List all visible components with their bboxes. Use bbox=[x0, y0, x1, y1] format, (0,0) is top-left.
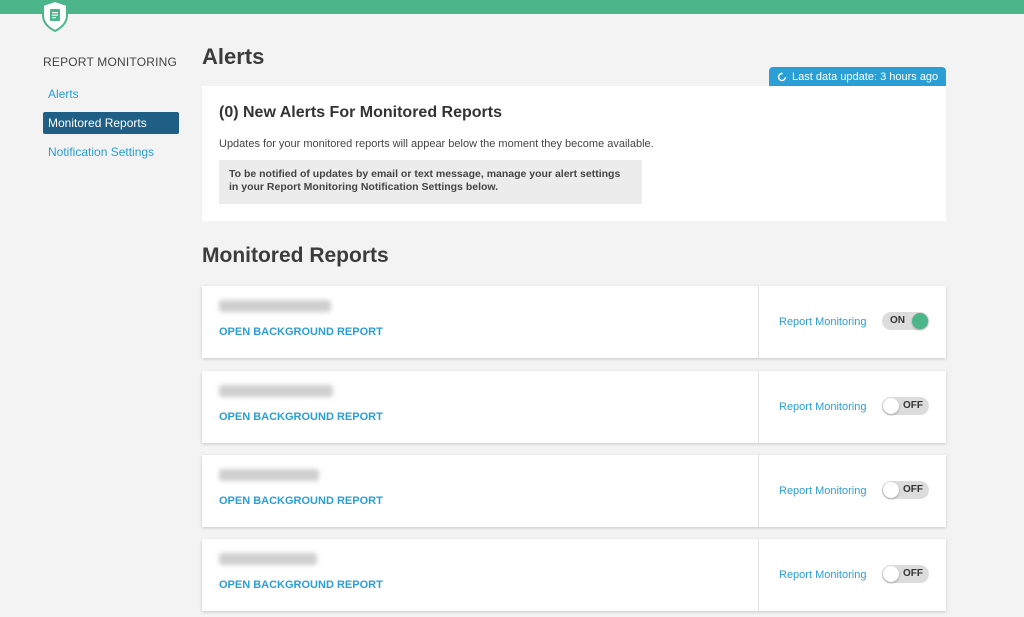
toggle-label: OFF bbox=[903, 484, 923, 495]
alerts-card: (0) New Alerts For Monitored Reports Upd… bbox=[202, 86, 946, 221]
report-monitoring-toggle[interactable]: OFF bbox=[882, 397, 929, 415]
report-monitoring-toggle[interactable]: OFF bbox=[882, 565, 929, 583]
row-divider bbox=[758, 371, 759, 443]
row-divider bbox=[758, 286, 759, 358]
page-title: Alerts bbox=[202, 44, 265, 69]
toggle-knob bbox=[883, 398, 899, 414]
report-monitoring-toggle[interactable]: ON bbox=[882, 312, 929, 330]
report-name-blurred bbox=[219, 553, 317, 565]
report-monitoring-label: Report Monitoring bbox=[779, 401, 867, 413]
toggle-knob bbox=[883, 482, 899, 498]
report-name-blurred bbox=[219, 469, 319, 481]
open-background-report-link[interactable]: OPEN BACKGROUND REPORT bbox=[219, 411, 383, 423]
monitored-reports-title: Monitored Reports bbox=[202, 244, 389, 267]
sidebar-item-notification-settings[interactable]: Notification Settings bbox=[43, 141, 179, 163]
toggle-label: OFF bbox=[903, 400, 923, 411]
report-monitoring-label: Report Monitoring bbox=[779, 569, 867, 581]
sidebar-heading: REPORT MONITORING bbox=[43, 55, 178, 69]
report-monitoring-toggle[interactable]: OFF bbox=[882, 481, 929, 499]
alerts-note: To be notified of updates by email or te… bbox=[219, 160, 642, 204]
toggle-label: OFF bbox=[903, 568, 923, 579]
shield-document-icon[interactable] bbox=[41, 0, 69, 33]
open-background-report-link[interactable]: OPEN BACKGROUND REPORT bbox=[219, 326, 383, 338]
sidebar-item-monitored-reports[interactable]: Monitored Reports bbox=[43, 112, 179, 134]
toggle-knob bbox=[883, 566, 899, 582]
report-row: OPEN BACKGROUND REPORT Report Monitoring… bbox=[202, 539, 946, 611]
report-row: OPEN BACKGROUND REPORT Report Monitoring… bbox=[202, 371, 946, 443]
row-divider bbox=[758, 539, 759, 611]
alerts-note-line: in your Report Monitoring Notification S… bbox=[229, 181, 499, 193]
sidebar-item-alerts[interactable]: Alerts bbox=[43, 83, 179, 105]
open-background-report-link[interactable]: OPEN BACKGROUND REPORT bbox=[219, 579, 383, 591]
alerts-description: Updates for your monitored reports will … bbox=[219, 138, 654, 150]
last-update-text: Last data update: 3 hours ago bbox=[792, 70, 939, 83]
last-update-badge: Last data update: 3 hours ago bbox=[769, 67, 946, 86]
toggle-label: ON bbox=[890, 315, 905, 326]
report-row: OPEN BACKGROUND REPORT Report Monitoring… bbox=[202, 286, 946, 358]
open-background-report-link[interactable]: OPEN BACKGROUND REPORT bbox=[219, 495, 383, 507]
row-divider bbox=[758, 455, 759, 527]
sidebar: REPORT MONITORING Alerts Monitored Repor… bbox=[43, 55, 179, 170]
top-bar bbox=[0, 0, 1024, 14]
report-name-blurred bbox=[219, 385, 333, 397]
toggle-knob bbox=[912, 313, 928, 329]
sync-icon bbox=[777, 71, 787, 82]
report-monitoring-label: Report Monitoring bbox=[779, 485, 867, 497]
report-row: OPEN BACKGROUND REPORT Report Monitoring… bbox=[202, 455, 946, 527]
alerts-heading: (0) New Alerts For Monitored Reports bbox=[219, 104, 502, 121]
alerts-note-line: To be notified of updates by email or te… bbox=[229, 168, 621, 180]
report-name-blurred bbox=[219, 300, 331, 312]
report-monitoring-label: Report Monitoring bbox=[779, 316, 867, 328]
